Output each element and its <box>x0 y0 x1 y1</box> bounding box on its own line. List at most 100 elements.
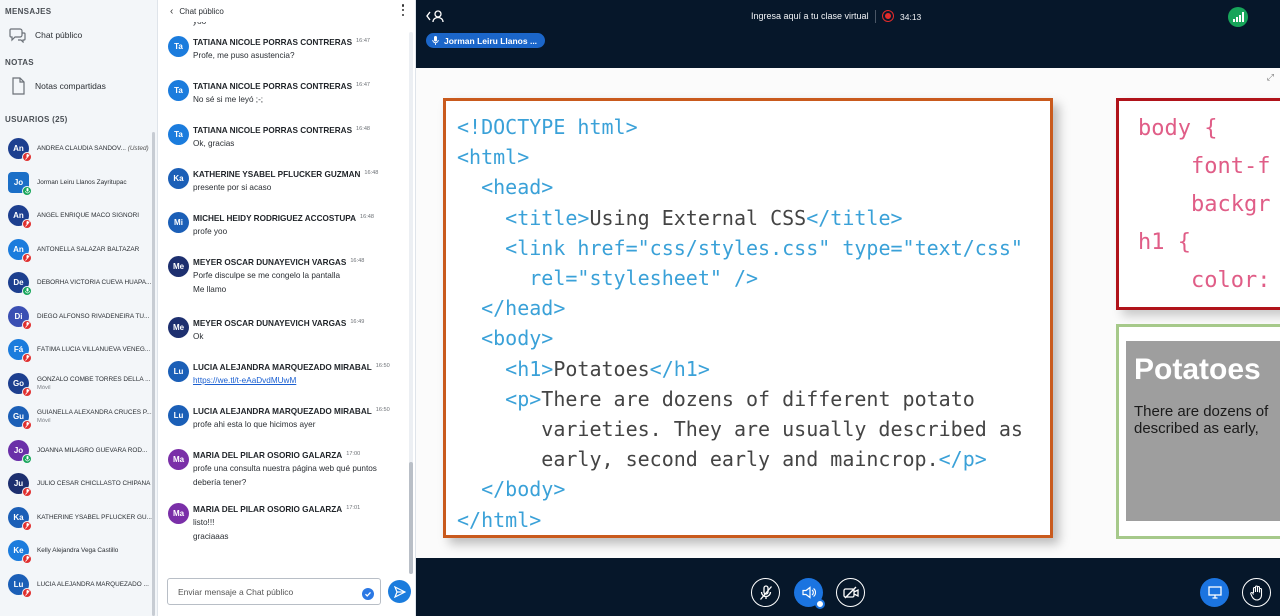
user-list-item[interactable]: Ke Kelly Alejandra Vega Castillo <box>0 534 157 568</box>
muted-microphone-icon <box>22 353 32 364</box>
html-code-box: <!DOCTYPE html> <html> <head> <title>Usin… <box>443 98 1053 538</box>
preview-line: described as early, <box>1134 420 1259 437</box>
user-list-item[interactable]: Ju JULIO CESAR CHICLLASTO CHIPANA <box>0 467 157 501</box>
user-name: DEBORHA VICTORIA CUEVA HUAPA... <box>37 279 155 286</box>
author-name: LUCIA ALEJANDRA MARQUEZADO MIRABAL <box>193 407 372 416</box>
avatar: Ke <box>8 540 32 565</box>
user-list-item[interactable]: Jo Jorman Leiru Llanos Zayritupac <box>0 166 157 200</box>
fullscreen-icon[interactable]: ⤢ <box>1267 72 1274 83</box>
chat-scrollbar[interactable] <box>409 32 413 574</box>
user-list-item[interactable]: Lu LUCIA ALEJANDRA MARQUEZADO ... <box>0 568 157 602</box>
css-line: color: <box>1138 268 1271 293</box>
chevron-left-icon[interactable]: ‹ <box>170 6 173 17</box>
user-list-item[interactable]: Di DIEGO ALFONSO RIVADENEIRA TU... <box>0 300 157 334</box>
user-name-text: JULIO CESAR CHICLLASTO CHIPANA <box>37 480 151 488</box>
microphone-icon <box>22 286 32 297</box>
preview-line: There are dozens of <box>1134 403 1269 420</box>
talking-indicator[interactable]: Jorman Leiru Llanos ... <box>426 33 546 48</box>
message-time: 16:48 <box>350 258 365 264</box>
camera-button[interactable] <box>836 578 865 607</box>
audio-button[interactable] <box>794 578 825 609</box>
muted-microphone-icon <box>22 420 32 431</box>
message-text: yoo <box>193 22 404 28</box>
author-name: MEYER OSCAR DUNAYEVICH VARGAS <box>193 258 347 267</box>
message-author: MARIA DEL PILAR OSORIO GALARZA 17:01 <box>193 499 404 514</box>
user-name-text: Kelly Alejandra Vega Castillo <box>37 547 119 555</box>
message-time: 16:49 <box>350 319 365 325</box>
check-icon <box>362 588 374 600</box>
top-bar: Ingresa aquí a tu clase virtual 34:13 Jo… <box>416 0 1280 68</box>
user-name-text: GONZALO COMBE TORRES DELLA ... <box>37 375 151 383</box>
mute-button[interactable] <box>751 578 780 607</box>
code-tag: <h1> <box>505 356 554 381</box>
code-line: <html> <box>457 142 1050 172</box>
user-list-item[interactable]: Fá FÁTIMA LUCIA VILLANUEVA VENEG... <box>0 333 157 367</box>
user-name: GONZALO COMBE TORRES DELLA ... Móvil <box>37 376 155 391</box>
user-list-item[interactable]: Ka KATHERINE YSABEL PFLUCKER GU... <box>0 501 157 535</box>
browser-preview-box: Potatoes There are dozens of described a… <box>1116 324 1280 539</box>
raise-hand-button[interactable] <box>1242 578 1271 607</box>
message-time: 16:50 <box>375 407 390 413</box>
message-author: MARIA DEL PILAR OSORIO GALARZA 17:00 <box>193 445 404 460</box>
message-text: profe ahi esta lo que hicimos ayer <box>193 420 316 429</box>
code-tag: <head> <box>481 175 554 200</box>
message-author: MEYER OSCAR DUNAYEVICH VARGAS 16:48 <box>193 252 404 267</box>
speaker-icon <box>801 586 816 599</box>
css-line: h1 { <box>1138 230 1191 255</box>
connection-status-icon[interactable] <box>1228 7 1248 27</box>
message-time: 17:01 <box>346 505 361 511</box>
chat-message: Lu LUCIA ALEJANDRA MARQUEZADO MIRABAL 16:5… <box>158 357 408 401</box>
muted-microphone-icon <box>22 487 32 498</box>
user-list-item[interactable]: An ANDREA CLAUDIA SANDOV... (Usted) <box>0 132 157 166</box>
shared-notes-item[interactable]: Notas compartidas <box>0 69 157 103</box>
user-list: An ANDREA CLAUDIA SANDOV... (Usted) Jo Jorm… <box>0 132 157 602</box>
chat-header[interactable]: ‹ Chat público <box>158 0 415 22</box>
message-link[interactable]: https://we.tl/t-eAaDvdMUwM <box>193 374 404 387</box>
avatar: Jo <box>8 171 32 196</box>
audio-settings-badge <box>815 599 825 609</box>
user-name-text: ANDREA CLAUDIA SANDOV... <box>37 145 126 153</box>
user-list-item[interactable]: An ANGEL ENRIQUE MACO SIGNORI <box>0 199 157 233</box>
user-name: DIEGO ALFONSO RIVADENEIRA TU... <box>37 313 155 320</box>
more-options-icon[interactable] <box>401 4 405 16</box>
author-name: KATHERINE YSABEL PFLUCKER GUZMAN <box>193 170 361 179</box>
users-section-title: USUARIOS (25) <box>5 115 68 124</box>
code-line: varieties. They are usually described as <box>457 414 1050 444</box>
talking-user-name: Jorman Leiru Llanos ... <box>444 35 538 46</box>
chat-input-placeholder: Enviar mensaje a Chat público <box>178 586 294 597</box>
avatar: Mi <box>168 212 189 233</box>
presentation-button[interactable] <box>1200 578 1229 607</box>
chat-title: Chat público <box>179 6 224 16</box>
code-line: <title>Using External CSS</title> <box>457 203 1050 233</box>
avatar: Lu <box>8 573 32 598</box>
code-tag: <p> <box>505 386 542 411</box>
chat-message-input[interactable]: Enviar mensaje a Chat público <box>167 578 381 605</box>
message-text: graciaaas <box>193 532 229 541</box>
avatar: Me <box>168 317 189 338</box>
user-list-item[interactable]: An ANTONELLA SALAZAR BALTAZAR <box>0 233 157 267</box>
user-list-scrollbar[interactable] <box>152 132 155 616</box>
muted-microphone-icon <box>22 587 32 598</box>
chat-scrollbar-thumb[interactable] <box>409 462 413 574</box>
message-time: 16:48 <box>364 170 379 176</box>
user-list-item[interactable]: Go GONZALO COMBE TORRES DELLA ... Móvil <box>0 367 157 401</box>
user-list-toggle-icon[interactable] <box>426 8 444 29</box>
user-list-item[interactable]: Jo JOANNA MILAGRO GUEVARA ROD... <box>0 434 157 468</box>
code-text: early, second early and maincrop. <box>457 447 939 472</box>
send-button[interactable] <box>388 580 411 603</box>
message-author: MEYER OSCAR DUNAYEVICH VARGAS 16:49 <box>193 313 404 328</box>
public-chat-item[interactable]: Chat público <box>0 18 157 52</box>
message-time: 16:47 <box>356 38 371 44</box>
recording-icon[interactable] <box>882 10 894 22</box>
document-icon <box>8 76 28 96</box>
main-area: Ingresa aquí a tu clase virtual 34:13 Jo… <box>416 0 1280 616</box>
avatar: Ma <box>168 449 189 470</box>
device-label: Móvil <box>37 418 51 425</box>
user-name-text: JOANNA MILAGRO GUEVARA ROD... <box>37 446 148 454</box>
user-list-item[interactable]: Gu GUIANELLA ALEXANDRA CRUCES P... Móvil <box>0 400 157 434</box>
avatar: Ta <box>168 80 189 101</box>
user-list-item[interactable]: De DEBORHA VICTORIA CUEVA HUAPA... <box>0 266 157 300</box>
